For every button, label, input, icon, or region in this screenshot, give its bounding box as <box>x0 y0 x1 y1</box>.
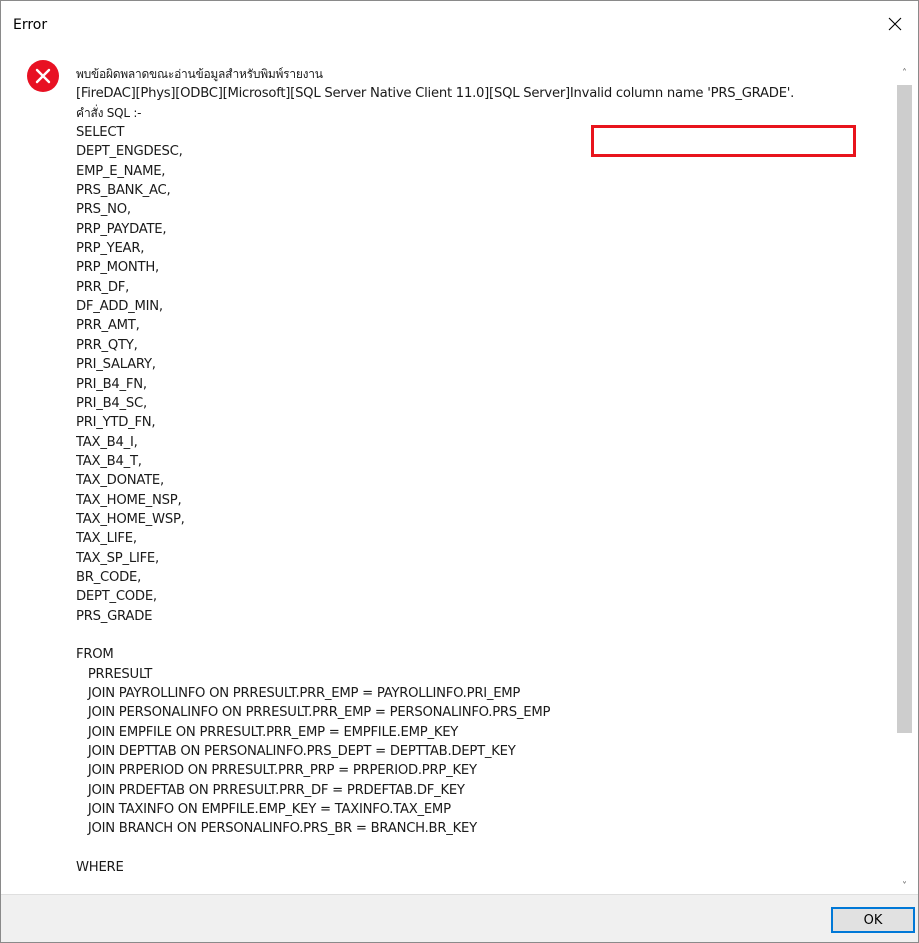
message-line: PRR_DF, <box>76 279 130 295</box>
message-line <box>76 839 896 858</box>
message-line: JOIN PRDEFTAB ON PRRESULT.PRR_DF = PRDEF… <box>76 782 465 798</box>
message-line <box>76 626 896 645</box>
message-line: JOIN EMPFILE ON PRRESULT.PRR_EMP = EMPFI… <box>76 724 459 740</box>
message-line: DF_ADD_MIN, <box>76 299 163 315</box>
dialog-content: พบข้อผิดพลาดขณะอ่านข้อมูลสำหรับพิมพ์รายง… <box>1 47 918 895</box>
dialog-footer: OK <box>1 894 918 942</box>
message-line: DEPT_ENGDESC, <box>76 144 183 160</box>
message-line: TAX_HOME_WSP, <box>76 511 185 527</box>
message-line: JOIN BRANCH ON PERSONALINFO.PRS_BR = BRA… <box>76 821 477 837</box>
message-line: คำสั่ง SQL :- <box>76 105 142 120</box>
title-bar[interactable]: Error <box>1 1 918 47</box>
message-line: [FireDAC][Phys][ODBC][Microsoft][SQL Ser… <box>76 86 795 102</box>
scroll-thumb[interactable] <box>897 85 912 733</box>
message-line: PRP_MONTH, <box>76 260 159 276</box>
message-line: PRI_B4_SC, <box>76 395 147 411</box>
message-line: PRRESULT <box>76 666 153 682</box>
message-line: TAX_B4_T, <box>76 453 142 469</box>
vertical-scrollbar[interactable]: ˄ ˅ <box>896 65 913 895</box>
message-line: JOIN PERSONALINFO ON PRRESULT.PRR_EMP = … <box>76 705 551 721</box>
dialog-title: Error <box>13 17 48 33</box>
message-line: PRR_QTY, <box>76 337 138 353</box>
error-icon <box>27 60 59 92</box>
close-button[interactable] <box>872 1 918 47</box>
message-line: JOIN TAXINFO ON EMPFILE.EMP_KEY = TAXINF… <box>76 802 451 818</box>
message-line: TAX_HOME_NSP, <box>76 492 182 508</box>
message-line: WHERE <box>76 860 124 876</box>
message-line: PRI_YTD_FN, <box>76 415 156 431</box>
chevron-up-icon: ˄ <box>902 68 907 79</box>
message-line: JOIN PAYROLLINFO ON PRRESULT.PRR_EMP = P… <box>76 686 521 701</box>
scroll-up-button[interactable]: ˄ <box>896 65 913 82</box>
message-line: TAX_SP_LIFE, <box>76 550 159 566</box>
message-line: JOIN DEPTTAB ON PERSONALINFO.PRS_DEPT = … <box>76 744 516 760</box>
message-line: TAX_LIFE, <box>76 531 137 547</box>
message-line: TAX_DONATE, <box>76 473 164 489</box>
message-line: PRI_SALARY, <box>76 357 156 373</box>
message-line: PRP_YEAR, <box>76 241 145 257</box>
message-line: PRS_GRADE <box>76 608 153 624</box>
message-line: PRS_BANK_AC, <box>76 183 171 199</box>
error-dialog: Error พบข้อผิดพลาดขณะอ่านข้อมูลสำหรับพิม… <box>0 0 919 943</box>
message-line: PRR_AMT, <box>76 318 140 334</box>
scroll-down-button[interactable]: ˅ <box>896 878 913 895</box>
message-line: DEPT_CODE, <box>76 589 157 605</box>
message-line: EMP_E_NAME, <box>76 163 166 179</box>
error-message-text[interactable]: พบข้อผิดพลาดขณะอ่านข้อมูลสำหรับพิมพ์รายง… <box>76 65 896 890</box>
message-line: BR_CODE, <box>76 569 142 585</box>
message-line: PRS_NO, <box>76 202 131 218</box>
ok-button[interactable]: OK <box>831 907 915 933</box>
message-line: TAX_B4_I, <box>76 434 138 450</box>
message-line: PRI_B4_FN, <box>76 376 147 392</box>
message-line: SELECT <box>76 125 125 141</box>
chevron-down-icon: ˅ <box>902 881 907 892</box>
message-line: JOIN PRPERIOD ON PRRESULT.PRR_PRP = PRPE… <box>76 763 477 779</box>
message-line: พบข้อผิดพลาดขณะอ่านข้อมูลสำหรับพิมพ์รายง… <box>76 67 323 81</box>
message-line: PRP_PAYDATE, <box>76 221 167 237</box>
message-line: FROM <box>76 647 114 663</box>
close-icon <box>888 17 902 31</box>
